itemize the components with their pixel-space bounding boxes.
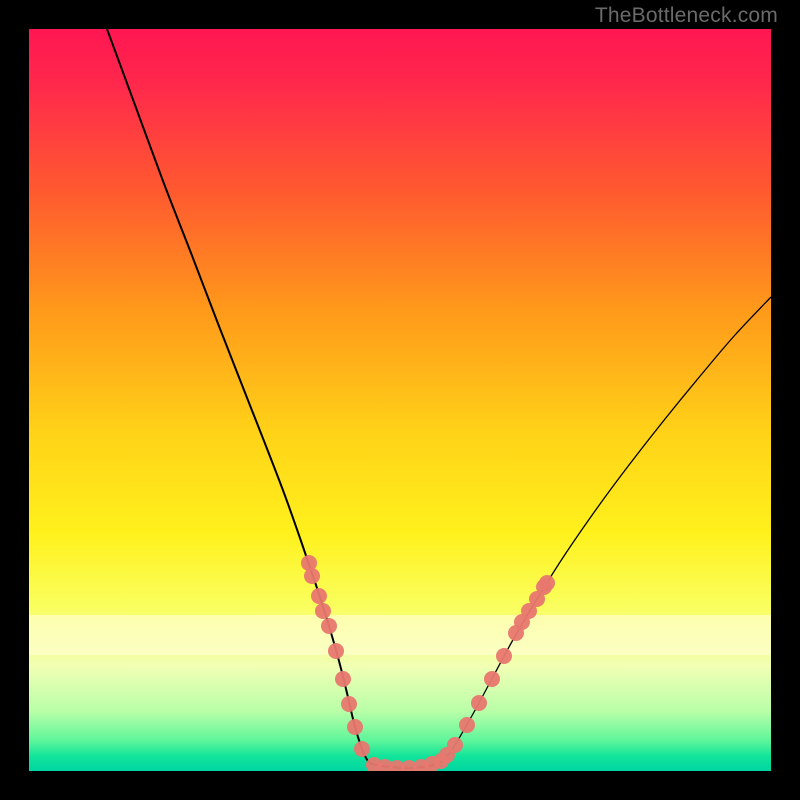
scatter-valley bbox=[366, 753, 449, 771]
curve-svg bbox=[29, 29, 771, 771]
plot-area bbox=[29, 29, 771, 771]
data-point bbox=[335, 671, 351, 687]
data-point bbox=[341, 696, 357, 712]
data-point bbox=[315, 603, 331, 619]
data-point bbox=[311, 588, 327, 604]
data-point bbox=[539, 575, 555, 591]
data-point bbox=[347, 719, 363, 735]
data-point bbox=[354, 741, 370, 757]
scatter-left bbox=[301, 555, 370, 757]
data-point bbox=[304, 568, 320, 584]
data-point bbox=[459, 717, 475, 733]
data-point bbox=[447, 737, 463, 753]
data-point bbox=[328, 643, 344, 659]
chart-frame: TheBottleneck.com bbox=[0, 0, 800, 800]
data-point bbox=[471, 695, 487, 711]
curve-right-branch bbox=[441, 297, 771, 762]
data-point bbox=[321, 618, 337, 634]
data-point bbox=[484, 671, 500, 687]
data-point bbox=[496, 648, 512, 664]
watermark-text: TheBottleneck.com bbox=[595, 4, 778, 28]
